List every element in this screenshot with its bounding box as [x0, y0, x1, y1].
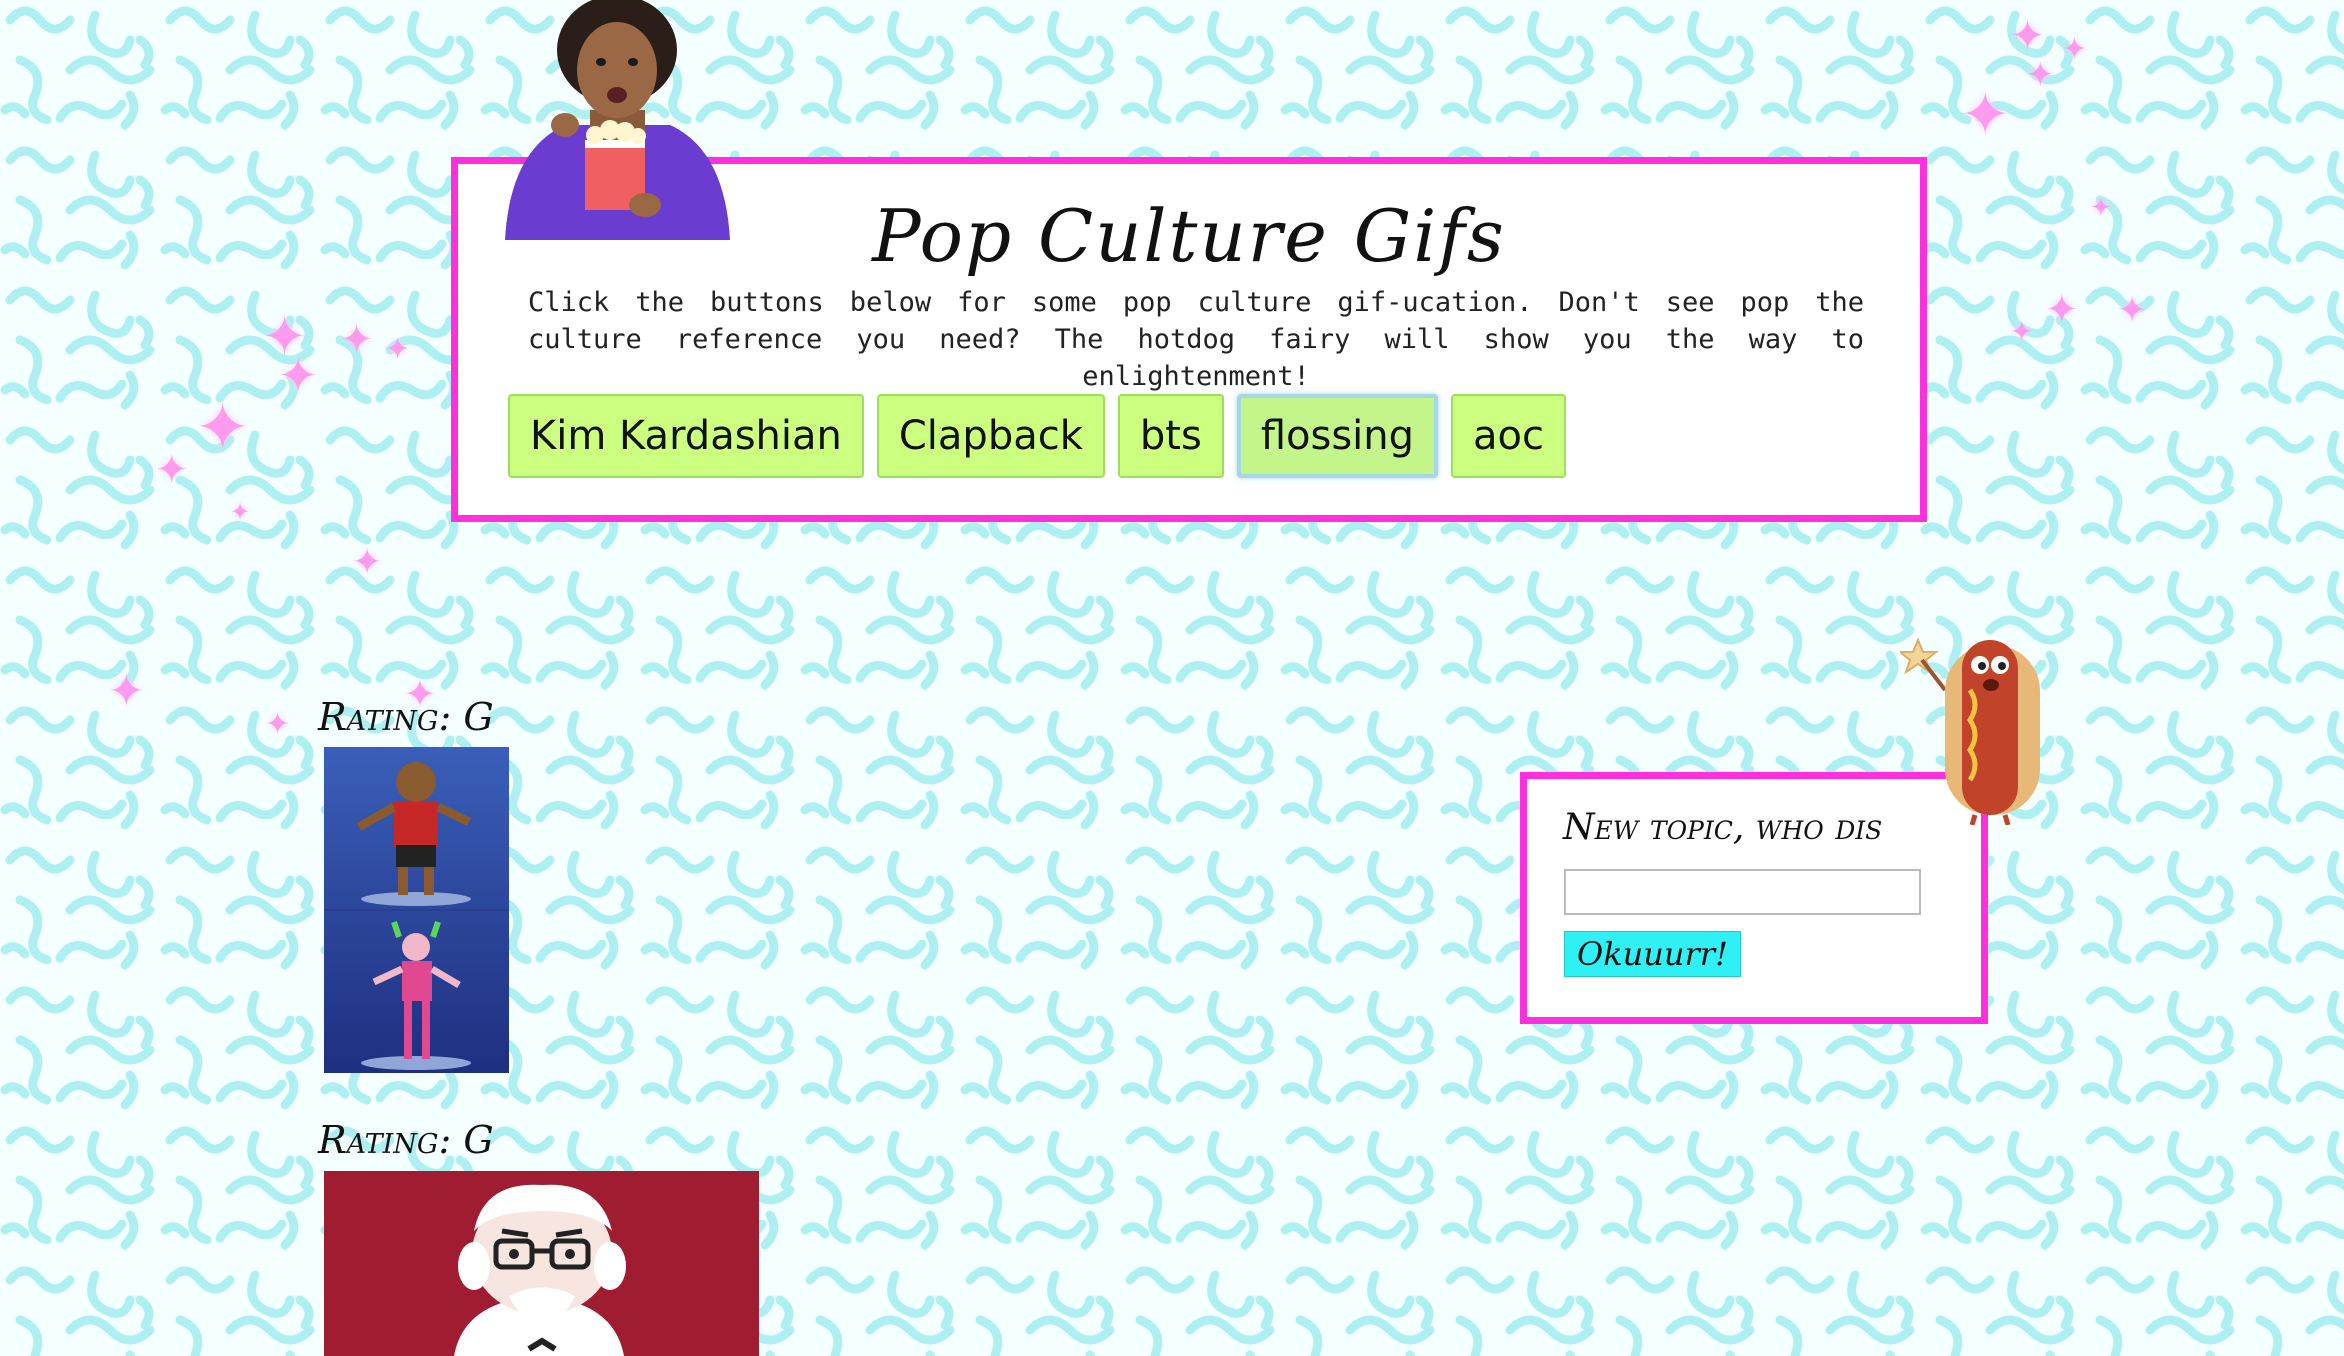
- sparkle-icon: ✦: [2062, 32, 2088, 67]
- sparkle-icon: ✦: [2026, 55, 2055, 95]
- submit-button[interactable]: Okuuurr!: [1564, 931, 1741, 977]
- sparkle-icon: ✦: [385, 332, 411, 367]
- sparkle-icon: ✦: [278, 348, 319, 404]
- sparkle-icon: ✦: [155, 447, 189, 493]
- topic-button-flossing[interactable]: flossing: [1236, 394, 1439, 478]
- topic-button-clapback[interactable]: Clapback: [876, 394, 1105, 478]
- sparkle-icon: ✦: [195, 389, 251, 466]
- sparkle-icon: ✦: [2090, 193, 2112, 223]
- new-topic-heading: New topic, who dis: [1563, 807, 1883, 848]
- rating-label: Rating: G: [318, 1118, 494, 1162]
- popcorn-woman-illustration: [505, 0, 730, 240]
- sparkle-icon: ✦: [1960, 80, 2011, 150]
- topic-button-aoc[interactable]: aoc: [1451, 394, 1566, 478]
- topic-button-group: Kim Kardashian Clapback bts flossing aoc: [508, 394, 1566, 478]
- hotdog-fairy-illustration: [1900, 637, 2040, 825]
- sparkle-icon: ✦: [265, 707, 291, 742]
- sparkle-icon: ✦: [108, 666, 145, 717]
- sparkle-icon: ✦: [2117, 290, 2148, 331]
- rating-label: Rating: G: [318, 695, 494, 739]
- topic-button-bts[interactable]: bts: [1117, 394, 1224, 478]
- sparkle-icon: ✦: [340, 317, 374, 363]
- gif-image[interactable]: [324, 1171, 759, 1356]
- new-topic-input[interactable]: [1564, 869, 1921, 915]
- sparkle-icon: ✦: [2010, 315, 2034, 348]
- sparkle-icon: ✦: [352, 542, 383, 583]
- intro-text: Click the buttons below for some pop cul…: [528, 287, 1864, 392]
- gif-image[interactable]: [324, 747, 509, 1073]
- topic-button-kim-kardashian[interactable]: Kim Kardashian: [508, 394, 864, 478]
- sparkle-icon: ✦: [2045, 287, 2079, 333]
- sparkle-icon: ✦: [2010, 11, 2046, 60]
- sparkle-icon: ✦: [230, 498, 251, 526]
